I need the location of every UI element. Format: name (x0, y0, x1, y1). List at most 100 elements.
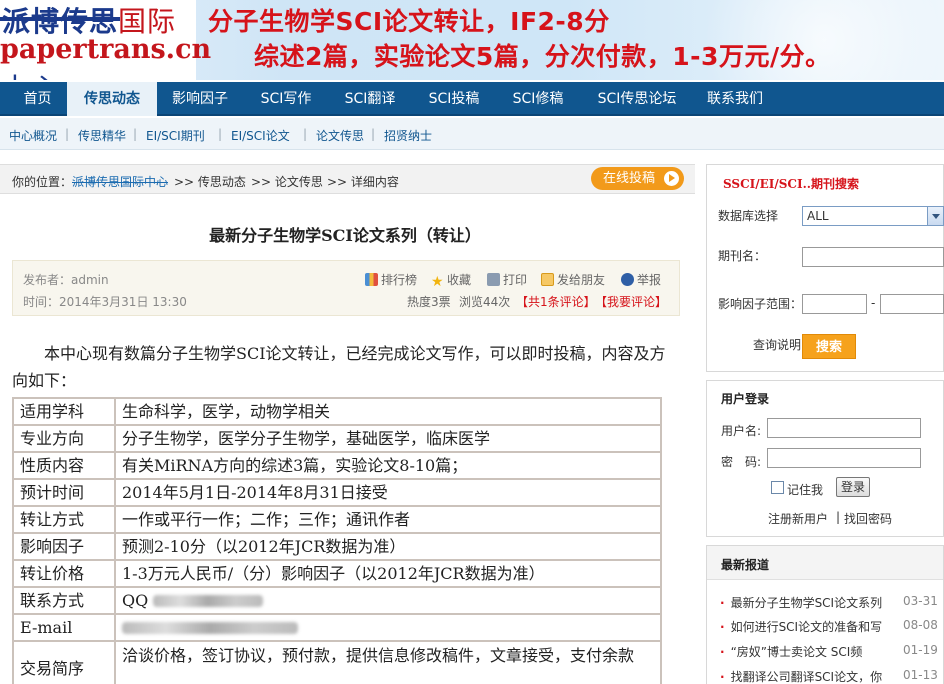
add-comment-link[interactable]: 【我要评论】 (595, 293, 667, 310)
row-key: 预计时间 (12, 478, 116, 507)
report-link[interactable]: 举报 (621, 271, 661, 288)
password-input[interactable] (767, 448, 921, 468)
breadcrumb-transfer[interactable]: >> 论文传思 (251, 173, 323, 190)
nav-impact-factor[interactable]: 影响因子 (160, 82, 240, 116)
search-button[interactable]: 搜索 (802, 334, 856, 359)
subnav-paper-transfer[interactable]: 论文传思 (316, 127, 364, 144)
subnav-separator: | (218, 127, 223, 141)
ranking-link[interactable]: 排行榜 (365, 271, 417, 288)
latest-news-panel: 最新报道 (706, 545, 944, 684)
journal-name-label: 期刊名： (718, 249, 767, 263)
ranking-icon (365, 273, 378, 286)
if-max-input[interactable] (880, 294, 944, 314)
share-label: 发给朋友 (557, 273, 606, 287)
row-key: 交易简序 (12, 640, 116, 684)
if-min-input[interactable] (802, 294, 867, 314)
row-value: 2014年5月1日-2014年8月31日接受 (114, 478, 662, 507)
redacted-email (122, 622, 298, 634)
article-intro: 本中心现有数篇分子生物学SCI论文转让，已经完成论文写作，可以即时投稿，内容及方… (12, 344, 666, 390)
row-key: 性质内容 (12, 451, 116, 480)
subnav-careers[interactable]: 招贤纳士 (384, 127, 432, 144)
db-select-label: 数据库选择 (718, 209, 779, 223)
share-link[interactable]: 发给朋友 (541, 271, 605, 288)
table-row: 影响因子 预测2-10分（以2012年JCR数据为准） (12, 532, 662, 561)
table-row: 专业方向 分子生物学，医学分子生物学，基础医学，临床医学 (12, 424, 662, 453)
site-logo[interactable]: 派博传思国际 papertrans.cn中心 (0, 0, 211, 80)
subnav-highlights[interactable]: 传思精华 (78, 127, 126, 144)
subnav-about[interactable]: 中心概况 (9, 127, 57, 144)
db-select[interactable]: ALL (802, 206, 944, 226)
banner-headline: 分子生物学SCI论文转让，IF2-8分 (208, 7, 610, 36)
nav-contact[interactable]: 联系我们 (696, 82, 774, 116)
report-label: 举报 (637, 273, 662, 287)
remember-me-label[interactable]: 记住我 (787, 481, 823, 498)
heat-count: 热度3票 (407, 295, 451, 309)
login-title: 用户登录 (721, 392, 770, 406)
comments-link[interactable]: 【共1条评论】 (516, 293, 596, 310)
table-row: E-mail (12, 613, 662, 642)
row-key: 适用学科 (12, 397, 116, 426)
row-key: 转让价格 (12, 559, 116, 588)
remember-me-checkbox[interactable] (771, 481, 784, 494)
search-help-link[interactable]: 查询说明 (753, 336, 801, 353)
favorite-link[interactable]: 收藏 (431, 271, 471, 288)
row-value: QQ (114, 586, 662, 615)
news-item[interactable]: 如何进行SCI论文的准备和写 (720, 618, 890, 635)
breadcrumb-news[interactable]: >> 传思动态 (174, 173, 246, 190)
table-row: 交易简序 洽谈价格，签订协议，预付款，提供信息修改稿件，文章接受，支付余款 (12, 640, 662, 684)
row-value: 预测2-10分（以2012年JCR数据为准） (114, 532, 662, 561)
news-item[interactable]: 最新分子生物学SCI论文系列 (720, 594, 890, 611)
nav-sci-submission[interactable]: SCI投稿 (414, 82, 494, 116)
favorite-label: 收藏 (447, 273, 472, 287)
subnav-separator: | (303, 127, 308, 141)
nav-forum[interactable]: SCI传思论坛 (588, 82, 686, 116)
if-range-separator: - (871, 296, 876, 310)
journal-name-input[interactable] (802, 247, 944, 267)
news-date: 08-08 (903, 618, 938, 632)
online-submit-button[interactable]: 在线投稿 (591, 167, 684, 190)
forgot-password-link[interactable]: 找回密码 (844, 510, 892, 527)
nav-sci-revision[interactable]: SCI修稿 (498, 82, 578, 116)
news-item[interactable]: 找翻译公司翻译SCI论文，你 (720, 668, 890, 684)
row-value: 一作或平行一作；二作；三作；通讯作者 (114, 505, 662, 534)
row-key: 联系方式 (12, 586, 116, 615)
row-value: 洽谈价格，签订协议，预付款，提供信息修改稿件，文章接受，支付余款 (114, 640, 662, 684)
contact-qq-label: QQ (122, 590, 149, 610)
print-link[interactable]: 打印 (487, 271, 527, 288)
article-time: 时间：2014年3月31日 13:30 (23, 295, 187, 309)
banner-subline: 综述2篇，实验论文5篇，分次付款，1-3万元/分。 (254, 42, 831, 71)
news-date: 01-13 (903, 668, 938, 682)
article-meta: 发布者：admin 时间：2014年3月31日 13:30 排行榜 收藏 打印 … (12, 260, 680, 316)
password-label: 密 码: (721, 455, 762, 469)
row-key: E-mail (12, 613, 116, 642)
news-date: 01-19 (903, 643, 938, 657)
row-key: 专业方向 (12, 424, 116, 453)
chevron-down-icon (927, 207, 943, 225)
print-label: 打印 (503, 273, 528, 287)
subnav-papers[interactable]: EI/SCI论文 (231, 127, 290, 144)
username-input[interactable] (767, 418, 921, 438)
table-row: 联系方式 QQ (12, 586, 662, 615)
arrow-right-icon (664, 171, 679, 186)
redacted-qq (153, 595, 264, 607)
register-link[interactable]: 注册新用户 (768, 510, 828, 527)
top-banner[interactable]: 派博传思国际 papertrans.cn中心 分子生物学SCI论文转让，IF2-… (0, 0, 944, 80)
subnav-journals[interactable]: EI/SCI期刊 (146, 127, 205, 144)
nav-sci-writing[interactable]: SCI写作 (246, 82, 326, 116)
logo-bottom-text: papertrans.cn 中心 (0, 34, 211, 80)
nav-home[interactable]: 首页 (10, 82, 65, 116)
row-value (114, 613, 662, 642)
login-button[interactable]: 登录 (836, 477, 870, 497)
breadcrumb-home[interactable]: 派博传思国际中心 (72, 173, 168, 190)
star-icon (431, 275, 444, 288)
news-item[interactable]: “房奴”博士卖论文 SCI频 (720, 643, 890, 660)
nav-sci-translation[interactable]: SCI翻译 (330, 82, 410, 116)
nav-news[interactable]: 传思动态 (67, 82, 157, 116)
row-value: 1-3万元人民币/（分）影响因子（以2012年JCR数据为准） (114, 559, 662, 588)
login-links-separator: | (836, 510, 841, 524)
breadcrumb-current: >> 详细内容 (327, 175, 399, 189)
online-submit-label: 在线投稿 (603, 171, 656, 186)
search-title: SSCI/EI/SCI..期刊搜索 (723, 177, 859, 191)
table-row: 适用学科 生命科学，医学，动物学相关 (12, 397, 662, 426)
printer-icon (487, 273, 500, 286)
